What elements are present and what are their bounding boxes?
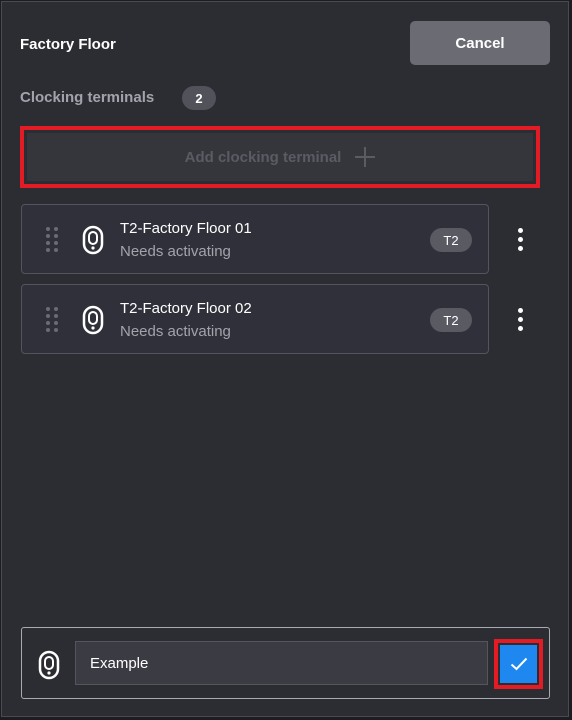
plus-icon [355, 147, 376, 167]
terminal-type-badge: T2 [430, 228, 472, 252]
more-options-icon[interactable] [510, 226, 530, 256]
terminal-row[interactable]: T2-Factory Floor 02 Needs activating T2 [21, 284, 489, 354]
clocking-terminal-icon [38, 650, 60, 680]
confirm-button[interactable] [500, 645, 537, 683]
terminal-panel [1, 1, 569, 717]
clocking-terminal-icon [82, 225, 104, 255]
terminal-count-badge: 2 [182, 86, 216, 110]
section-label: Clocking terminals [20, 89, 155, 106]
cancel-button[interactable]: Cancel [410, 21, 550, 65]
add-terminal-button[interactable]: Add clocking terminal [27, 133, 533, 181]
add-terminal-label: Add clocking terminal [184, 148, 342, 166]
check-icon [510, 657, 527, 671]
terminal-status: Needs activating [120, 243, 231, 260]
clocking-terminal-icon [82, 305, 104, 335]
terminal-row[interactable]: T2-Factory Floor 01 Needs activating T2 [21, 204, 489, 274]
terminal-name-input[interactable] [75, 641, 488, 685]
terminal-name: T2-Factory Floor 02 [120, 300, 252, 317]
terminal-name: T2-Factory Floor 01 [120, 220, 252, 237]
more-options-icon[interactable] [510, 306, 530, 336]
terminal-status: Needs activating [120, 323, 231, 340]
drag-handle-icon[interactable] [46, 307, 60, 333]
page-title: Factory Floor [20, 36, 116, 53]
drag-handle-icon[interactable] [46, 227, 60, 253]
terminal-type-badge: T2 [430, 308, 472, 332]
